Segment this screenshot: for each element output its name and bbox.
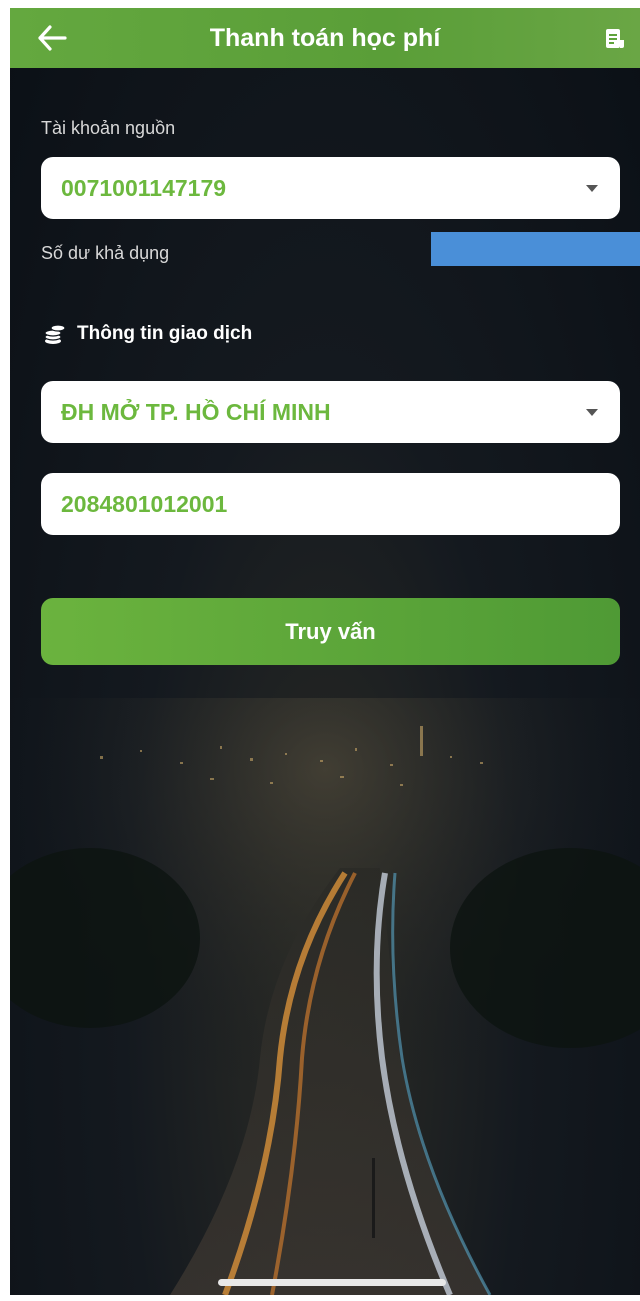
source-account-value: 0071001147179 bbox=[61, 174, 227, 201]
query-button-label: Truy vấn bbox=[285, 618, 376, 644]
query-button[interactable]: Truy vấn bbox=[41, 598, 620, 665]
chevron-down-icon bbox=[586, 408, 598, 416]
top-app-bar: Thanh toán học phí bbox=[10, 8, 640, 68]
section-title-text: Thông tin giao dịch bbox=[77, 323, 253, 344]
arrow-left-icon bbox=[38, 25, 67, 51]
page-title: Thanh toán học phí bbox=[209, 24, 441, 52]
city-night-road-background bbox=[10, 698, 640, 1295]
chevron-down-icon bbox=[586, 184, 598, 192]
available-balance-label: Số dư khả dụng bbox=[41, 243, 170, 263]
source-account-dropdown[interactable]: 0071001147179 bbox=[41, 157, 620, 219]
back-button[interactable] bbox=[30, 16, 74, 60]
university-dropdown[interactable]: ĐH MỞ TP. HỒ CHÍ MINH bbox=[41, 381, 620, 443]
app-screen: Thanh toán học phí Tài khoản nguồn 00710… bbox=[10, 8, 640, 1295]
university-value: ĐH MỞ TP. HỒ CHÍ MINH bbox=[61, 398, 331, 425]
transaction-info-heading: Thông tin giao dịch bbox=[43, 320, 252, 348]
balance-redaction bbox=[431, 232, 640, 266]
home-indicator bbox=[218, 1279, 446, 1286]
receipt-icon bbox=[606, 29, 624, 48]
history-button[interactable] bbox=[598, 22, 632, 56]
student-id-input[interactable]: 2084801012001 bbox=[41, 473, 620, 535]
coins-icon bbox=[44, 324, 66, 344]
student-id-value: 2084801012001 bbox=[61, 490, 228, 517]
source-account-label: Tài khoản nguồn bbox=[41, 118, 176, 138]
